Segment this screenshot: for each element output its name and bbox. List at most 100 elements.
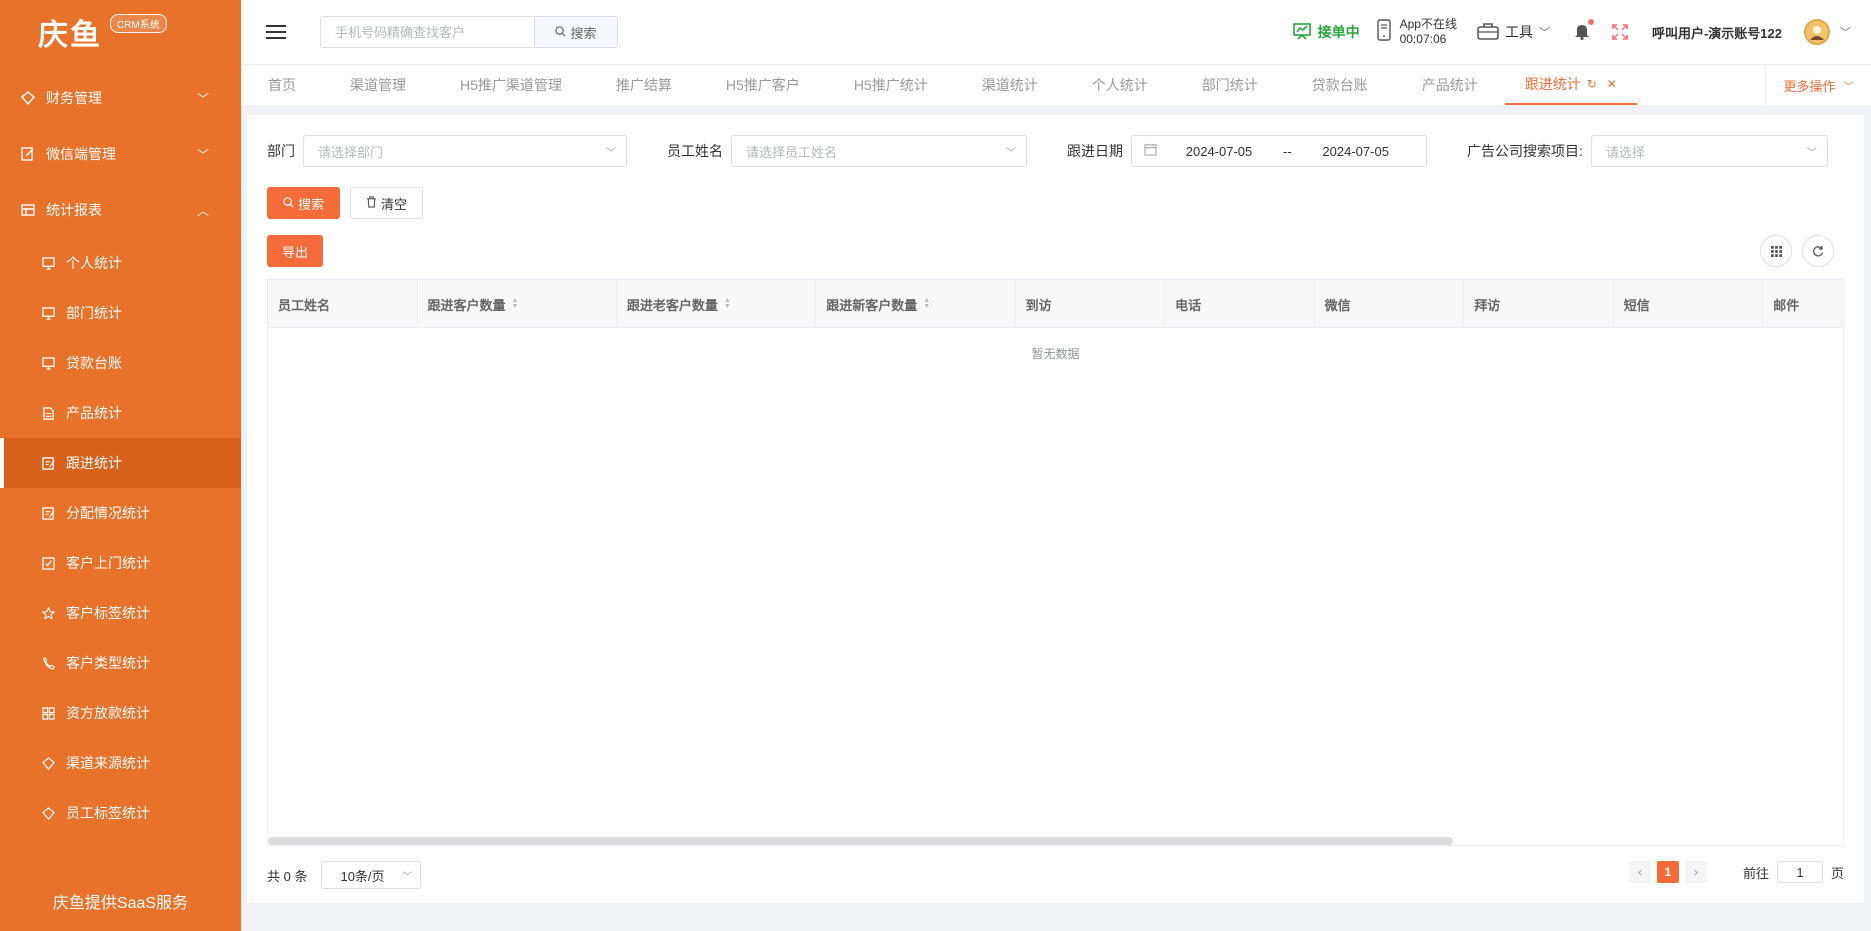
sidebar-item-lender-stats[interactable]: 资方放款统计 <box>0 688 241 738</box>
close-icon[interactable]: ✕ <box>1607 77 1617 91</box>
sidebar-item-product-stats[interactable]: 产品统计 <box>0 388 241 438</box>
staff-label: 员工姓名 <box>667 143 723 159</box>
avatar[interactable] <box>1804 19 1830 45</box>
date-separator: -- <box>1283 143 1292 159</box>
more-operations-dropdown[interactable]: 更多操作 ﹀ <box>1765 65 1871 105</box>
tools-dropdown[interactable]: 工具 ﹀ <box>1477 22 1550 43</box>
tab-h5-channel-manage[interactable]: H5推广渠道管理 <box>433 65 589 105</box>
page-size-select[interactable]: 10条/页 ﹀ <box>321 861 422 889</box>
finance-icon <box>20 90 36 106</box>
sidebar-item-channel-source-stats[interactable]: 渠道来源统计 <box>0 738 241 788</box>
page-number[interactable]: 1 <box>1656 861 1679 883</box>
tab-home[interactable]: 首页 <box>241 65 323 105</box>
sort-icon[interactable]: ▲ ▼ <box>512 297 519 310</box>
tab-dept-stats[interactable]: 部门统计 <box>1175 65 1285 105</box>
dept-placeholder: 请选择部门 <box>318 144 384 160</box>
export-button[interactable]: 导出 <box>267 235 323 267</box>
chevron-down-icon: ﹀ <box>1806 147 1817 159</box>
columns-grid-icon[interactable] <box>1760 235 1792 267</box>
column-header-label: 跟进老客户数量 <box>626 297 718 313</box>
chart-board-icon <box>1292 21 1312 44</box>
ad-company-select[interactable]: 请选择 ﹀ <box>1590 135 1828 167</box>
next-page-button[interactable]: › <box>1684 861 1707 883</box>
phone-icon <box>40 655 56 671</box>
search-icon <box>283 196 294 211</box>
staff-placeholder: 请选择员工姓名 <box>746 144 838 160</box>
more-operations-label: 更多操作 <box>1783 78 1836 94</box>
edit-icon <box>40 455 56 471</box>
refresh-icon[interactable]: ↻ <box>1587 77 1597 91</box>
goto-page: 前往 1 页 <box>1743 861 1844 883</box>
sort-icon[interactable]: ▲ ▼ <box>724 297 731 310</box>
document-icon <box>40 405 56 421</box>
report-icon <box>20 202 36 218</box>
refresh-icon[interactable] <box>1802 235 1834 267</box>
app-timer: 00:07:06 <box>1399 32 1447 46</box>
user-name[interactable]: 呼叫用户-演示账号122 <box>1652 23 1782 42</box>
search-button[interactable]: 搜索 <box>267 187 340 219</box>
search-button[interactable]: 搜索 <box>534 16 618 48</box>
tab-h5-promo-customer[interactable]: H5推广客户 <box>699 65 827 105</box>
star-icon <box>40 605 56 621</box>
goto-prefix: 前往 <box>1742 865 1769 881</box>
notification-bell[interactable] <box>1574 18 1594 43</box>
tab-channel-manage[interactable]: 渠道管理 <box>323 65 433 105</box>
monitor-icon <box>40 305 56 321</box>
sidebar-group-report[interactable]: 统计报表 ︿ <box>0 182 241 238</box>
pagination-left: 共 0 条 10条/页 ﹀ <box>267 861 422 889</box>
clear-button-label: 清空 <box>380 196 407 212</box>
column-header-sortable[interactable]: 跟进新客户数量 ▲ ▼ <box>816 280 1016 328</box>
date-range-picker[interactable]: 2024-07-05 -- 2024-07-05 <box>1131 135 1427 167</box>
chevron-down-icon[interactable]: ﹀ <box>1840 24 1851 40</box>
sort-icon[interactable]: ▲ ▼ <box>923 297 930 310</box>
sidebar-item-type-stats[interactable]: 客户类型统计 <box>0 638 241 688</box>
tab-h5-promo-stats[interactable]: H5推广统计 <box>827 65 955 105</box>
sidebar-item-allocation-stats[interactable]: 分配情况统计 <box>0 488 241 538</box>
trash-icon <box>366 195 377 211</box>
tab-personal-stats[interactable]: 个人统计 <box>1065 65 1175 105</box>
horizontal-scrollbar[interactable] <box>268 837 1453 845</box>
sidebar-item-visit-stats[interactable]: 客户上门统计 <box>0 538 241 588</box>
sidebar-group-wechat[interactable]: 微信端管理 ﹀ <box>0 126 241 182</box>
sidebar-item-label: 渠道来源统计 <box>66 755 150 771</box>
date-end[interactable]: 2024-07-05 <box>1314 144 1398 159</box>
ad-company-label: 广告公司搜索项目: <box>1467 143 1583 159</box>
logo-text: 庆鱼 <box>38 18 102 53</box>
sidebar-item-tag-stats[interactable]: 客户标签统计 <box>0 588 241 638</box>
tab-followup-stats[interactable]: 跟进统计 ↻ ✕ <box>1504 65 1637 105</box>
app-status: App不在线 00:07:06 <box>1376 17 1457 47</box>
sidebar: 庆鱼 CRM系统 财务管理 ﹀ 微信端管理 ﹀ 统计报表 ︿ 个人统计 部门统计… <box>0 0 241 931</box>
sidebar-item-followup-stats[interactable]: 跟进统计 <box>0 438 241 488</box>
date-start[interactable]: 2024-07-05 <box>1177 144 1261 159</box>
goto-page-input[interactable]: 1 <box>1776 861 1823 883</box>
tab-channel-stats[interactable]: 渠道统计 <box>955 65 1065 105</box>
dept-select[interactable]: 请选择部门 ﹀ <box>303 135 627 167</box>
column-header-sortable[interactable]: 跟进客户数量 ▲ ▼ <box>418 280 617 328</box>
column-header-sortable[interactable]: 跟进老客户数量 ▲ ▼ <box>617 280 817 328</box>
sidebar-item-label: 产品统计 <box>66 405 122 421</box>
sidebar-group-finance[interactable]: 财务管理 ﹀ <box>0 70 241 126</box>
tools-label: 工具 <box>1504 24 1533 40</box>
dept-label: 部门 <box>267 143 295 159</box>
sidebar-item-dept-stats[interactable]: 部门统计 <box>0 288 241 338</box>
tab-product-stats[interactable]: 产品统计 <box>1395 65 1505 105</box>
export-row: 导出 <box>267 235 323 267</box>
tab-loan-ledger[interactable]: 贷款台账 <box>1285 65 1395 105</box>
staff-select[interactable]: 请选择员工姓名 ﹀ <box>731 135 1027 167</box>
prev-page-button[interactable]: ‹ <box>1628 861 1651 883</box>
clear-button[interactable]: 清空 <box>350 187 423 219</box>
sidebar-item-loan-ledger[interactable]: 贷款台账 <box>0 338 241 388</box>
accept-status-toggle[interactable]: 接单中 <box>1292 21 1360 44</box>
ad-company-placeholder: 请选择 <box>1605 144 1645 160</box>
search-input[interactable] <box>320 16 534 48</box>
sidebar-item-personal-stats[interactable]: 个人统计 <box>0 238 241 288</box>
filter-row: 部门 请选择部门 ﹀ 员工姓名 请选择员工姓名 ﹀ 跟进日期 2024-07-0… <box>267 135 1844 167</box>
tab-promo-settlement[interactable]: 推广结算 <box>589 65 699 105</box>
sidebar-item-staff-tag-stats[interactable]: 员工标签统计 <box>0 788 241 838</box>
logo-badge: CRM系统 <box>110 13 167 33</box>
menu-toggle-icon[interactable] <box>266 25 286 39</box>
fullscreen-icon[interactable] <box>1612 24 1628 40</box>
sidebar-group-label: 统计报表 <box>46 202 102 218</box>
logo[interactable]: 庆鱼 CRM系统 <box>0 0 241 64</box>
tag-icon <box>40 755 56 771</box>
